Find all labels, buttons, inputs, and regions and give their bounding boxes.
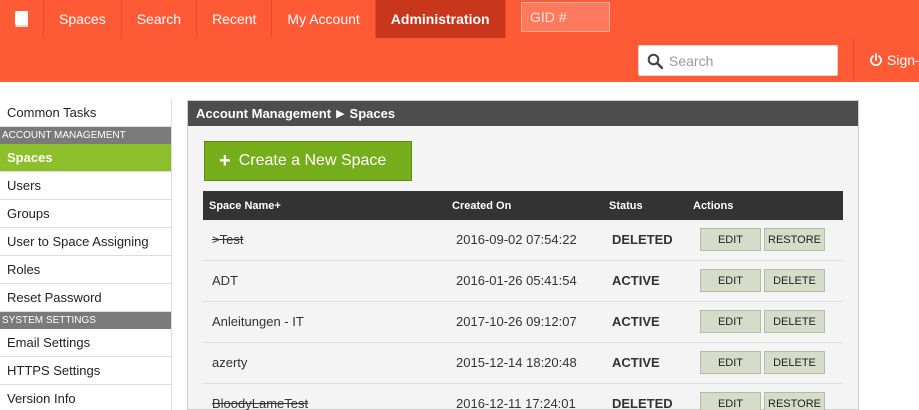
col-status[interactable]: Status [609,200,643,212]
table-row: >Test 2016-09-02 07:54:22 DELETED EDIT R… [203,220,843,261]
delete-button[interactable]: DELETE [764,351,825,374]
sign-out-label: Sign- [887,52,919,68]
edit-button[interactable]: EDIT [700,228,761,251]
edit-button[interactable]: EDIT [700,351,761,374]
sidebar-item-reset-password[interactable]: Reset Password [0,284,171,312]
space-name: BloodyLameTest [212,396,309,410]
main-nav: Spaces Search Recent My Account Administ… [0,0,506,38]
power-icon [870,53,882,67]
sidebar-item-common-tasks[interactable]: Common Tasks [0,99,171,127]
gid-input[interactable] [521,2,610,32]
created-on: 2016-01-26 05:41:54 [456,273,577,288]
col-actions: Actions [693,200,734,212]
spaces-panel: Account Management ▶ Spaces + Create a N… [187,100,859,410]
sidebar-item-https-settings[interactable]: HTTPS Settings [0,357,171,385]
restore-button[interactable]: RESTORE [764,228,825,251]
table-row: Anleitungen - IT 2017-10-26 09:12:07 ACT… [203,302,843,343]
sidebar-item-email-settings[interactable]: Email Settings [0,329,171,357]
status: DELETED [612,232,673,247]
search-icon [647,53,663,69]
table-row: ADT 2016-01-26 05:41:54 ACTIVE EDIT DELE… [203,261,843,302]
sidebar-section-system-settings: SYSTEM SETTINGS [0,312,171,329]
nav-spaces[interactable]: Spaces [44,0,122,38]
sidebar-item-user-to-space-assigning[interactable]: User to Space Assigning [0,228,171,256]
sidebar-item-roles[interactable]: Roles [0,256,171,284]
space-name: azerty [212,355,248,370]
created-on: 2015-12-14 18:20:48 [456,355,577,370]
breadcrumb-separator-icon: ▶ [336,108,345,120]
search-box[interactable] [638,45,838,76]
breadcrumb: Account Management ▶ Spaces [188,101,858,126]
breadcrumb-spaces: Spaces [349,106,396,121]
edit-button[interactable]: EDIT [700,310,761,333]
status: ACTIVE [612,355,660,370]
nav-search[interactable]: Search [122,0,198,38]
space-name: Anleitungen - IT [212,314,304,329]
space-name: ADT [212,273,238,288]
status: ACTIVE [612,273,660,288]
search-input[interactable] [669,52,829,69]
edit-button[interactable]: EDIT [700,269,761,292]
table-row: azerty 2015-12-14 18:20:48 ACTIVE EDIT D… [203,343,843,384]
nav-my-account[interactable]: My Account [272,0,376,38]
col-created-on[interactable]: Created On [452,200,511,212]
sidebar-item-version-info[interactable]: Version Info [0,385,171,410]
nav-recent[interactable]: Recent [197,0,273,38]
sidebar-section-account-management: ACCOUNT MANAGEMENT [0,127,171,144]
edit-button[interactable]: EDIT [700,392,761,410]
status: DELETED [612,396,673,410]
table-header: Space Name+ Created On Status Actions [203,191,843,220]
home-logo[interactable] [0,0,44,38]
breadcrumb-account-management[interactable]: Account Management [196,106,331,121]
sidebar-item-spaces[interactable]: Spaces [0,144,171,172]
nav-administration[interactable]: Administration [375,0,506,38]
delete-button[interactable]: DELETE [764,269,825,292]
status: ACTIVE [612,314,660,329]
created-on: 2016-09-02 07:54:22 [456,232,577,247]
sidebar: Common Tasks ACCOUNT MANAGEMENT Spaces U… [0,99,172,410]
spaces-table: Space Name+ Created On Status Actions >T… [203,191,843,410]
col-space-name[interactable]: Space Name+ [209,200,281,212]
sidebar-item-groups[interactable]: Groups [0,200,171,228]
created-on: 2017-10-26 09:12:07 [456,314,577,329]
plus-icon: + [219,150,231,172]
table-row: BloodyLameTest 2016-12-11 17:24:01 DELET… [203,384,843,410]
delete-button[interactable]: DELETE [764,310,825,333]
created-on: 2016-12-11 17:24:01 [456,396,576,410]
book-icon [14,11,28,27]
create-space-button[interactable]: + Create a New Space [204,141,412,181]
sidebar-item-users[interactable]: Users [0,172,171,200]
sign-out-button[interactable]: Sign- [853,38,919,82]
create-space-label: Create a New Space [238,152,387,169]
space-name: >Test [212,232,244,247]
top-bar: Spaces Search Recent My Account Administ… [0,0,919,82]
restore-button[interactable]: RESTORE [764,392,825,410]
